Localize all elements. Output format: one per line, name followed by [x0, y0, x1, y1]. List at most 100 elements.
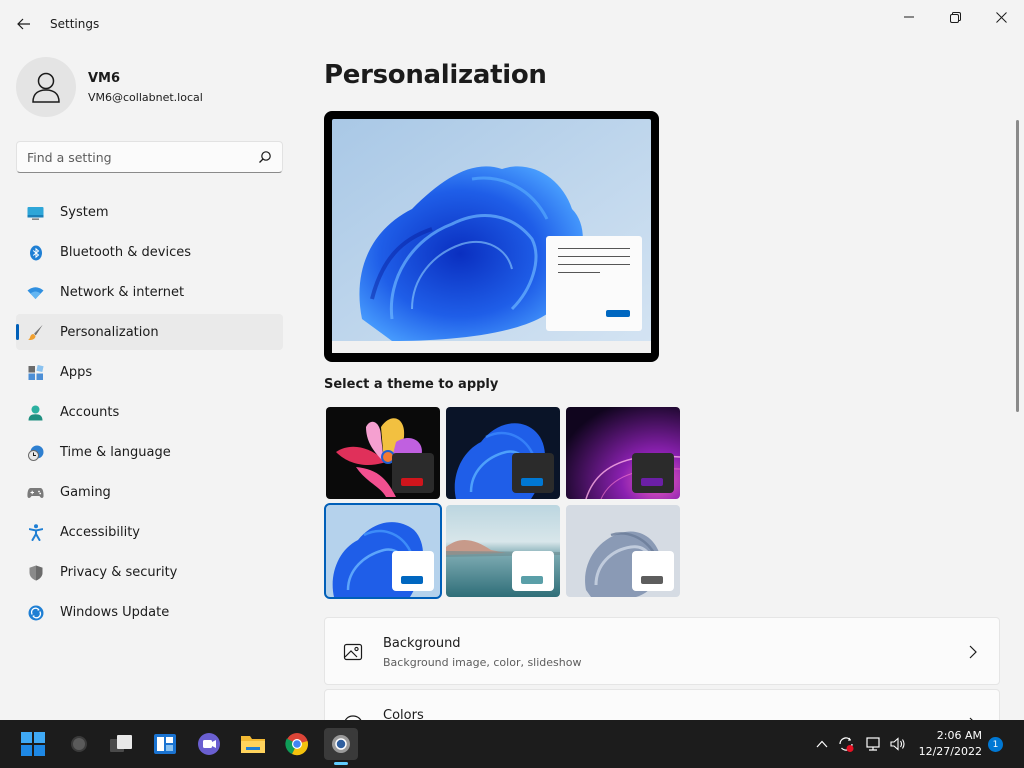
- close-icon: [995, 11, 1007, 23]
- user-profile[interactable]: VM6 VM6@collabnet.local: [16, 57, 276, 117]
- theme-tile-windows-light[interactable]: [324, 503, 442, 599]
- taskbar-clock[interactable]: 2:06 AM 12/27/2022: [916, 728, 982, 760]
- sidebar-item-windows-update[interactable]: Windows Update: [16, 594, 283, 630]
- back-button[interactable]: [12, 12, 36, 36]
- notification-badge[interactable]: 1: [988, 737, 1003, 752]
- clock-time: 2:06 AM: [936, 729, 982, 742]
- theme-tile-sunrise[interactable]: [446, 505, 560, 597]
- themes-heading: Select a theme to apply: [324, 377, 499, 392]
- file-explorer-button[interactable]: [236, 728, 270, 760]
- chrome-button[interactable]: [280, 728, 314, 760]
- preview-line: [558, 256, 630, 257]
- accessibility-icon: [27, 524, 44, 541]
- sidebar-item-label: Bluetooth & devices: [60, 245, 191, 260]
- network-tray-button[interactable]: [864, 735, 884, 753]
- theme-tile-windows-dark[interactable]: [446, 407, 560, 499]
- sidebar-item-gaming[interactable]: Gaming: [16, 474, 283, 510]
- sidebar-item-label: Accounts: [60, 405, 120, 420]
- sync-status-button[interactable]: [836, 735, 856, 753]
- apps-icon: [27, 364, 44, 381]
- gear-icon: [332, 735, 350, 753]
- theme-grid: [324, 405, 684, 599]
- theme-accent-swatch: [401, 576, 423, 584]
- preview-window: [546, 236, 642, 331]
- theme-card: [512, 551, 554, 591]
- user-name: VM6: [88, 71, 121, 86]
- title-bar: Settings: [0, 0, 1024, 48]
- theme-tile-captured-motion[interactable]: [566, 407, 680, 499]
- sidebar-item-privacy-security[interactable]: Privacy & security: [16, 554, 283, 590]
- person-icon: [32, 72, 60, 103]
- card-title: Background: [383, 636, 461, 651]
- chevron-up-icon: [816, 740, 828, 748]
- person-icon: [27, 404, 44, 421]
- sidebar-item-network[interactable]: Network & internet: [16, 274, 283, 310]
- settings-taskbar-button[interactable]: [324, 728, 358, 760]
- teams-chat-button[interactable]: [192, 728, 226, 760]
- theme-accent-swatch: [641, 478, 663, 486]
- sidebar-item-bluetooth[interactable]: Bluetooth & devices: [16, 234, 283, 270]
- restore-button[interactable]: [932, 4, 978, 30]
- chevron-right-icon: [969, 645, 977, 659]
- theme-tile-glow[interactable]: [326, 407, 440, 499]
- wifi-icon: [27, 284, 44, 301]
- preview-line: [558, 264, 630, 265]
- sidebar-item-label: Time & language: [60, 445, 171, 460]
- search-taskbar-button[interactable]: [62, 728, 96, 760]
- sidebar-item-apps[interactable]: Apps: [16, 354, 283, 390]
- sidebar-item-label: System: [60, 205, 109, 220]
- close-button[interactable]: [978, 4, 1024, 30]
- theme-tile-flow[interactable]: [566, 505, 680, 597]
- preview-accent-button: [606, 310, 630, 317]
- sidebar-nav: System Bluetooth & devices Network & int…: [16, 194, 283, 634]
- search-icon: [71, 736, 87, 752]
- windows-logo-icon: [21, 732, 45, 756]
- sidebar-item-label: Accessibility: [60, 525, 140, 540]
- shield-icon: [27, 564, 44, 581]
- sidebar-item-label: Apps: [60, 365, 93, 380]
- update-icon: [27, 604, 44, 621]
- search-icon: [259, 151, 271, 163]
- volume-icon: [890, 737, 905, 751]
- theme-preview: [324, 111, 659, 362]
- sidebar-item-personalization[interactable]: Personalization: [16, 314, 283, 350]
- minimize-button[interactable]: [886, 4, 932, 30]
- sidebar-item-system[interactable]: System: [16, 194, 283, 230]
- theme-card: [632, 453, 674, 493]
- background-setting-card[interactable]: Background Background image, color, slid…: [324, 617, 1000, 685]
- minimize-icon: [904, 16, 914, 18]
- app-title: Settings: [50, 17, 100, 31]
- sidebar-item-accounts[interactable]: Accounts: [16, 394, 283, 430]
- theme-accent-swatch: [521, 576, 543, 584]
- sidebar-item-accessibility[interactable]: Accessibility: [16, 514, 283, 550]
- paintbrush-icon: [27, 324, 44, 341]
- preview-wallpaper: [332, 119, 651, 341]
- sidebar-item-label: Privacy & security: [60, 565, 178, 580]
- theme-accent-swatch: [521, 478, 543, 486]
- sidebar-item-label: Personalization: [60, 325, 159, 340]
- chat-icon: [198, 733, 220, 755]
- preview-line: [558, 272, 600, 273]
- widgets-button[interactable]: [148, 728, 182, 760]
- card-subtitle: Background image, color, slideshow: [383, 656, 582, 669]
- sidebar-item-time-language[interactable]: Time & language: [16, 434, 283, 470]
- start-button[interactable]: [16, 728, 50, 760]
- show-hidden-icons-button[interactable]: [812, 735, 832, 753]
- sidebar-item-label: Windows Update: [60, 605, 170, 620]
- sidebar-item-label: Gaming: [60, 485, 111, 500]
- theme-card: [392, 551, 434, 591]
- monitor-icon: [27, 204, 44, 221]
- chrome-icon: [285, 733, 308, 756]
- clock-date: 12/27/2022: [918, 745, 982, 758]
- bluetooth-icon: [27, 244, 44, 261]
- task-view-button[interactable]: [104, 728, 138, 760]
- network-icon: [866, 737, 880, 751]
- folder-icon: [241, 736, 265, 753]
- volume-tray-button[interactable]: [888, 735, 908, 753]
- theme-card: [392, 453, 434, 493]
- theme-accent-swatch: [401, 478, 423, 486]
- search-box[interactable]: [16, 141, 283, 173]
- search-input[interactable]: [27, 148, 247, 166]
- page-title: Personalization: [324, 60, 547, 90]
- scrollbar-thumb[interactable]: [1016, 120, 1019, 412]
